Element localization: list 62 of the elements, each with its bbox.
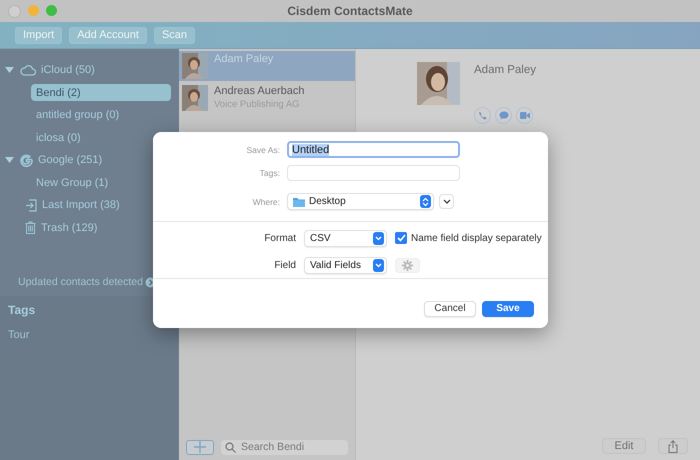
video-camera-icon: [520, 112, 530, 119]
stepper-arrows-icon: [420, 195, 431, 208]
folder-icon: [293, 196, 305, 206]
field-label: Where:: [252, 196, 281, 206]
disclosure-triangle-icon[interactable]: [5, 156, 15, 164]
minimize-button[interactable]: [28, 4, 39, 16]
sidebar-item[interactable]: Trash (129): [0, 216, 178, 239]
field-label: Save As:: [245, 144, 281, 154]
search-field[interactable]: Search Bendi: [221, 440, 348, 454]
toolbar-button[interactable]: Add Account: [69, 26, 147, 44]
tag-item[interactable]: Tour: [8, 329, 170, 341]
search-icon: [225, 442, 236, 452]
window-title: Cisdem ContactsMate: [287, 4, 413, 18]
plus-icon: [193, 440, 207, 454]
phone-button[interactable]: [474, 107, 491, 124]
chevron-down-icon: [442, 199, 450, 204]
contact-name: Adam Paley: [474, 63, 536, 76]
sidebar-item[interactable]: Bendi (2): [31, 84, 171, 101]
disclosure-triangle-icon[interactable]: [5, 66, 15, 74]
field-label: Field: [273, 260, 297, 270]
expand-button[interactable]: [439, 194, 454, 209]
tags-field[interactable]: [287, 164, 460, 180]
dialog-button[interactable]: Cancel: [424, 300, 476, 316]
message-button[interactable]: [495, 107, 512, 124]
sidebar-item[interactable]: iCloud (50): [0, 59, 178, 82]
contact-row[interactable]: Adam Paley: [179, 51, 355, 81]
add-button[interactable]: [186, 440, 214, 454]
contact-name: Adam Paley: [214, 53, 274, 65]
checkbox-label: Name field display separately: [411, 232, 542, 244]
field-value: Untitled: [292, 144, 330, 156]
import-icon: [25, 198, 37, 212]
save-as-field[interactable]: Untitled: [287, 141, 460, 158]
contact-name: Andreas Auerbach: [214, 85, 305, 97]
where-dropdown[interactable]: Desktop: [287, 193, 434, 210]
notice-text: Updated contacts detected: [18, 276, 143, 288]
format-label: Format: [263, 232, 297, 244]
cloud-icon: [20, 64, 36, 76]
google-icon: [20, 154, 33, 167]
sidebar-item[interactable]: Google (251): [0, 149, 178, 172]
chevron-down-icon: [373, 232, 384, 244]
field-label: Tags:: [258, 168, 281, 178]
zoom-button[interactable]: [46, 4, 57, 16]
phone-icon: [478, 111, 487, 120]
sidebar-item[interactable]: antitled group (0): [31, 106, 171, 124]
edit-button[interactable]: Edit: [602, 438, 646, 454]
format-dropdown[interactable]: CSV: [304, 230, 387, 246]
settings-icon: [402, 260, 413, 270]
share-icon: [668, 440, 678, 452]
share-button[interactable]: [658, 438, 688, 454]
checkbox[interactable]: [395, 232, 407, 244]
chat-bubble-icon: [498, 111, 508, 120]
field-dropdown[interactable]: Valid Fields: [304, 256, 387, 274]
video-button[interactable]: [516, 107, 533, 124]
tags-heading: Tags: [8, 303, 36, 317]
toolbar-button[interactable]: Import: [15, 26, 62, 44]
chevron-down-icon: [373, 258, 384, 272]
trash-icon: [25, 221, 36, 234]
close-button[interactable]: [8, 4, 21, 18]
toolbar-button[interactable]: Scan: [154, 26, 196, 44]
sidebar-item[interactable]: Last Import (38): [0, 194, 178, 216]
settings-button[interactable]: [395, 258, 420, 272]
dialog-button[interactable]: Save: [482, 300, 534, 316]
